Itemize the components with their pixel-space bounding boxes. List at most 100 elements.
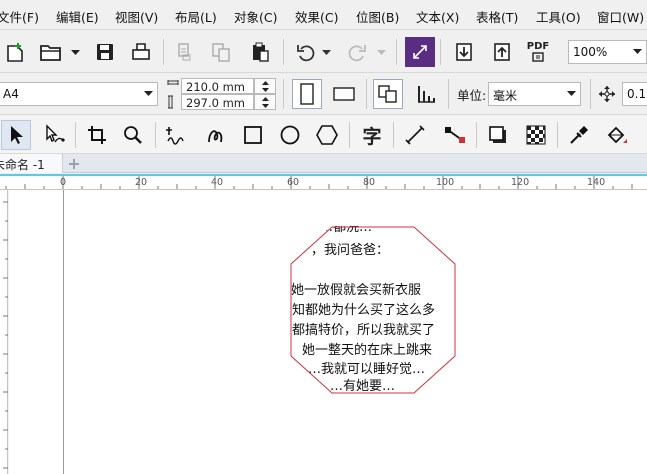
zoom-dropdown-caret-icon[interactable] xyxy=(628,41,646,63)
page-width-input[interactable]: 210.0 mm xyxy=(181,78,254,94)
nudge-distance-icon xyxy=(598,85,616,106)
tab-document[interactable]: 未命名 -1 xyxy=(0,154,63,173)
zoom-level-value: 100% xyxy=(573,45,608,59)
toolbar-separator xyxy=(366,79,367,109)
save-icon[interactable] xyxy=(90,37,120,67)
menu-view[interactable]: 视图(V) xyxy=(115,7,158,26)
units-combo[interactable]: 毫米 xyxy=(488,82,581,106)
nudge-distance-value: 0.1 xyxy=(627,87,647,101)
import-icon[interactable] xyxy=(449,37,479,67)
publish-pdf-icon[interactable]: PDF xyxy=(523,37,553,67)
landscape-orientation-icon[interactable] xyxy=(329,79,359,109)
toolbar-separator xyxy=(440,39,441,65)
toolbar-separator xyxy=(393,122,394,148)
horizontal-ruler[interactable]: 0 20 40 60 80 100 120 140 xyxy=(0,174,647,190)
paste-icon[interactable] xyxy=(245,37,275,67)
toolbar-separator xyxy=(349,122,350,148)
ruler-mark: 40 xyxy=(211,177,224,188)
menu-effects[interactable]: 效果(C) xyxy=(295,7,338,26)
vertical-ruler[interactable] xyxy=(0,190,8,474)
freehand-tool-icon[interactable] xyxy=(162,120,192,150)
toolbar-separator xyxy=(590,79,591,109)
artistic-media-tool-icon[interactable] xyxy=(200,120,230,150)
cut-icon[interactable] xyxy=(170,37,200,67)
toolbar-separator xyxy=(476,122,477,148)
page-height-spinner[interactable] xyxy=(254,94,276,110)
ruler-mark: 140 xyxy=(587,177,606,188)
pick-tool-icon[interactable] xyxy=(1,120,31,150)
zoom-level-combo[interactable]: 100% xyxy=(568,40,647,64)
redo-dropdown-caret-icon[interactable] xyxy=(377,48,386,57)
hexagon-outline xyxy=(290,226,456,394)
document-tab-bar: 未命名 -1 xyxy=(0,154,647,173)
page-height-input[interactable]: 297.0 mm xyxy=(181,94,254,110)
toolbox: 字 xyxy=(0,116,647,154)
toolbar-separator xyxy=(557,122,558,148)
open-folder-icon[interactable] xyxy=(36,37,66,67)
height-dimension-icon xyxy=(167,95,179,112)
connector-tool-icon[interactable] xyxy=(440,120,470,150)
ruler-ticks xyxy=(5,176,633,189)
interactive-fill-tool-icon[interactable] xyxy=(602,120,632,150)
menu-layout[interactable]: 布局(L) xyxy=(175,7,217,26)
redo-icon[interactable] xyxy=(342,37,372,67)
current-page-icon[interactable] xyxy=(411,79,441,109)
drawing-canvas[interactable]: …都洗… ，我问爸爸： 她一放假就会买新衣服 知都她为什么买了这么多 都搞特价，… xyxy=(9,190,647,474)
toolbar-separator xyxy=(155,122,156,148)
toolbar-separator xyxy=(283,39,284,65)
add-tab-icon[interactable] xyxy=(63,154,85,173)
portrait-orientation-icon[interactable] xyxy=(292,79,322,109)
polygon-tool-icon[interactable] xyxy=(312,120,342,150)
app-window: 文件(F) 编辑(E) 视图(V) 布局(L) 对象(C) 效果(C) 位图(B… xyxy=(0,0,647,474)
menu-text[interactable]: 文本(X) xyxy=(416,7,459,26)
ruler-mark: 80 xyxy=(363,177,376,188)
zoom-tool-icon[interactable] xyxy=(118,120,148,150)
menu-table[interactable]: 表格(T) xyxy=(476,7,518,26)
print-icon[interactable] xyxy=(126,37,156,67)
toolbar-separator xyxy=(396,39,397,65)
width-dimension-icon xyxy=(167,79,179,96)
menu-bar: 文件(F) 编辑(E) 视图(V) 布局(L) 对象(C) 效果(C) 位图(B… xyxy=(0,0,647,30)
units-label: 单位: xyxy=(457,88,487,103)
toolbar-separator xyxy=(283,79,284,109)
ruler-mark: 100 xyxy=(436,177,455,188)
ellipse-tool-icon[interactable] xyxy=(275,120,305,150)
page-left-edge xyxy=(63,190,64,474)
text-tool-glyph: 字 xyxy=(362,125,382,148)
open-dropdown-caret-icon[interactable] xyxy=(71,48,80,57)
copy-icon[interactable] xyxy=(206,37,236,67)
undo-dropdown-caret-icon[interactable] xyxy=(322,48,331,57)
standard-toolbar: PDF 100% xyxy=(0,31,647,73)
new-document-icon[interactable] xyxy=(0,37,30,67)
ruler-mark: 0 xyxy=(60,177,67,188)
page-size-combo[interactable]: A4 xyxy=(0,82,158,106)
drop-shadow-tool-icon[interactable] xyxy=(483,120,513,150)
toolbar-separator xyxy=(75,122,76,148)
units-dropdown-caret-icon[interactable] xyxy=(562,83,580,105)
menu-edit[interactable]: 编辑(E) xyxy=(56,7,99,26)
menu-bitmaps[interactable]: 位图(B) xyxy=(356,7,399,26)
pdf-label: PDF xyxy=(526,41,550,52)
export-icon[interactable] xyxy=(487,37,517,67)
page-width-spinner[interactable] xyxy=(254,78,276,94)
crop-tool-icon[interactable] xyxy=(82,120,112,150)
rectangle-tool-icon[interactable] xyxy=(238,120,268,150)
transparency-tool-icon[interactable] xyxy=(521,120,551,150)
nudge-distance-input[interactable]: 0.1 xyxy=(622,82,647,106)
dimension-tool-icon[interactable] xyxy=(400,120,430,150)
menu-window[interactable]: 窗口(W) xyxy=(597,7,644,26)
shape-tool-icon[interactable] xyxy=(39,120,69,150)
all-pages-icon[interactable] xyxy=(373,79,403,109)
text-tool-icon[interactable]: 字 xyxy=(357,120,387,150)
menu-object[interactable]: 对象(C) xyxy=(234,7,277,26)
undo-icon[interactable] xyxy=(291,37,321,67)
toolbar-separator xyxy=(448,79,449,109)
units-value: 毫米 xyxy=(493,89,518,103)
page-size-dropdown-caret-icon[interactable] xyxy=(139,83,157,105)
menu-file[interactable]: 文件(F) xyxy=(0,7,39,26)
eyedropper-tool-icon[interactable] xyxy=(564,120,594,150)
menu-tools[interactable]: 工具(O) xyxy=(536,7,581,26)
effects-convert-icon[interactable] xyxy=(405,37,435,67)
toolbar-separator xyxy=(163,39,164,65)
hexagon-text-object[interactable]: …都洗… ，我问爸爸： 她一放假就会买新衣服 知都她为什么买了这么多 都搞特价，… xyxy=(290,226,456,394)
